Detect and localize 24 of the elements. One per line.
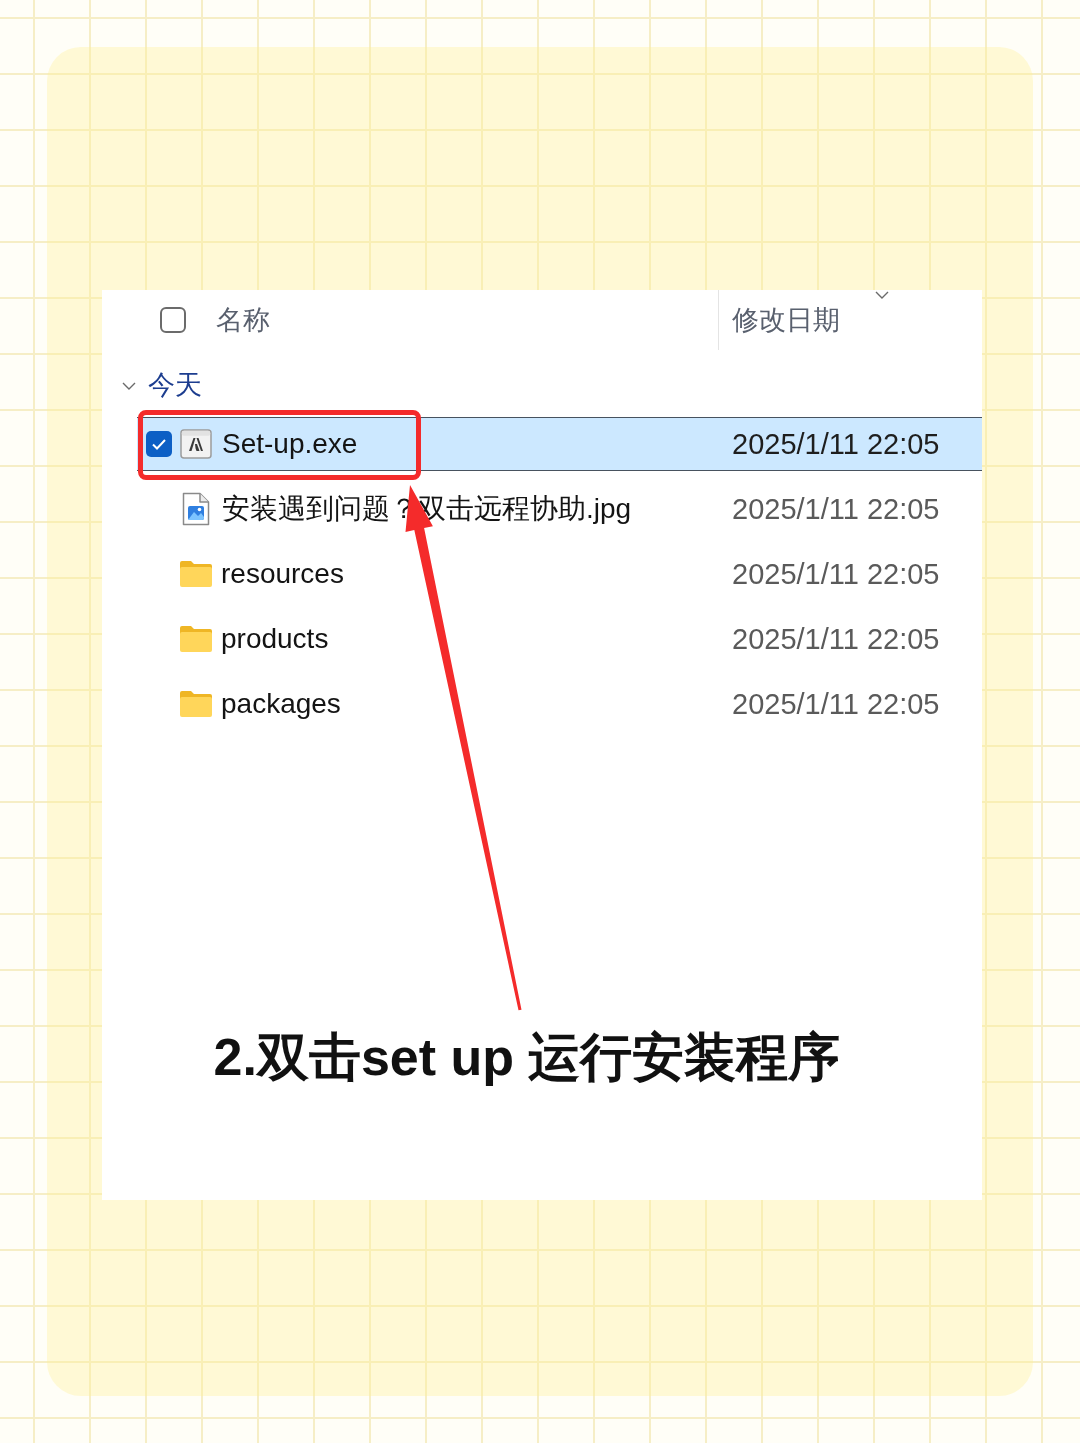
column-header[interactable]: 修改日期 (732, 303, 840, 337)
file-row[interactable]: packages 2025/1/11 22:05 (137, 677, 982, 731)
folder-icon (179, 625, 213, 653)
file-name: Set-up.exe (222, 427, 358, 461)
file-name: resources (221, 557, 344, 591)
folder-icon (179, 690, 213, 718)
modified-date: 2025/1/11 22:05 (731, 621, 940, 657)
group-label[interactable]: 今天 (148, 369, 202, 402)
modified-date: 2025/1/11 22:05 (731, 491, 940, 527)
file-name: products (221, 622, 329, 656)
row-checkbox[interactable] (146, 431, 172, 457)
file-row[interactable]: resources 2025/1/11 22:05 (137, 547, 982, 601)
file-row[interactable]: products 2025/1/11 22:05 (137, 612, 982, 666)
column-header[interactable]: 名称 (216, 303, 270, 337)
modified-date: 2025/1/11 22:05 (731, 556, 940, 592)
folder-icon (179, 560, 213, 588)
caption-text: 2.双击set up 运行安装程序 (213, 1028, 841, 1088)
application-icon (180, 429, 212, 459)
modified-date: 2025/1/11 22:05 (731, 686, 940, 722)
modified-date: 2025/1/11 22:05 (731, 426, 940, 462)
file-row[interactable]: Set-up.exe 2025/1/11 22:05 (137, 417, 982, 471)
image-file-icon (182, 492, 210, 526)
file-name: packages (221, 687, 341, 721)
select-all-checkbox[interactable] (160, 307, 186, 333)
